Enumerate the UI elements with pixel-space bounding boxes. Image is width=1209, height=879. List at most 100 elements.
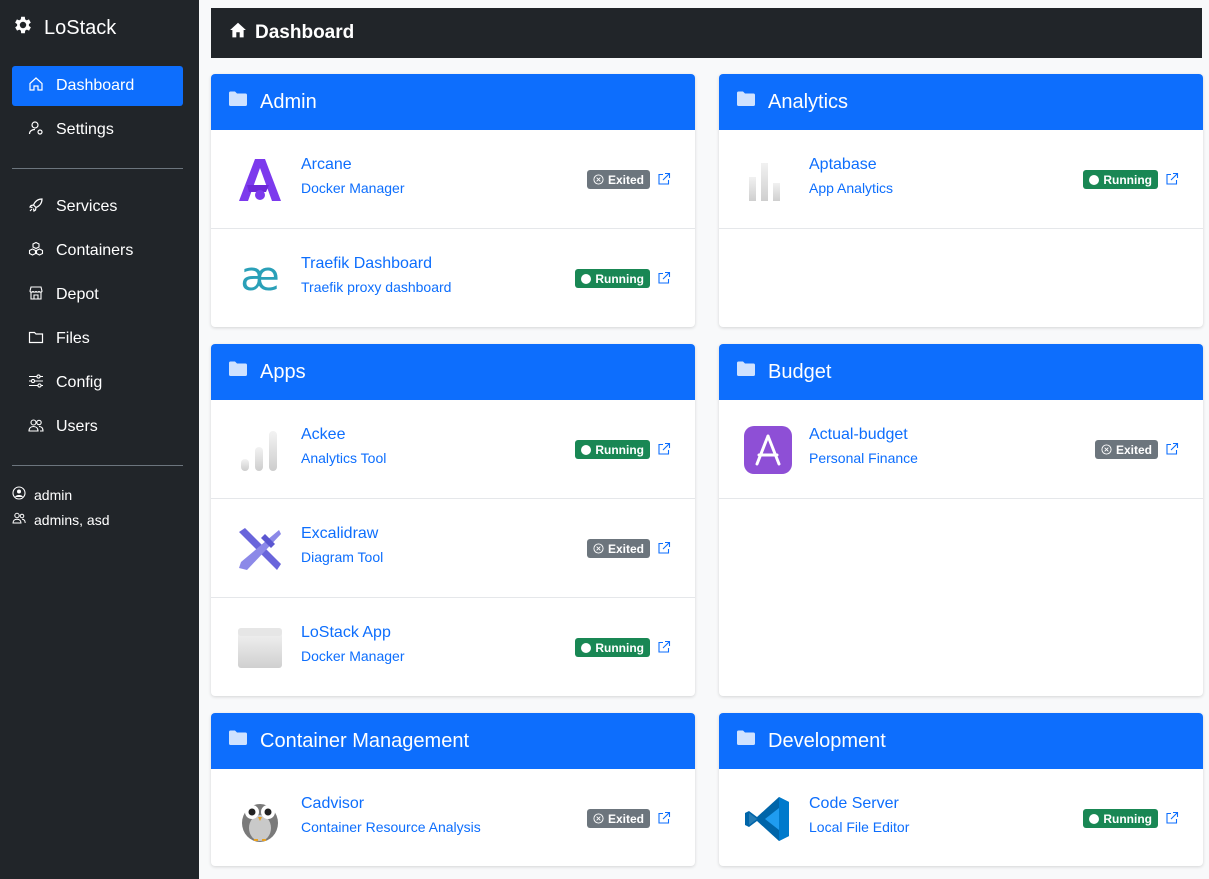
arcane-logo-icon: [235, 155, 285, 205]
user-gear-icon: [28, 120, 44, 141]
external-link-icon[interactable]: [657, 172, 671, 186]
house-icon: [28, 76, 44, 97]
service-name-link[interactable]: Arcane: [301, 156, 405, 174]
service-name-link[interactable]: Ackee: [301, 426, 386, 444]
external-link-icon[interactable]: [1165, 442, 1179, 456]
service-name-link[interactable]: Code Server: [809, 795, 909, 813]
actual-budget-logo-icon: [743, 425, 793, 475]
service-name-link[interactable]: Excalidraw: [301, 525, 383, 543]
service-name-link[interactable]: Aptabase: [809, 156, 893, 174]
service-description: Traefik proxy dashboard: [301, 279, 452, 295]
person-circle-icon: [12, 486, 26, 503]
page-header: Dashboard: [211, 8, 1202, 58]
group-title: Container Management: [260, 729, 470, 752]
status-text: Running: [1103, 811, 1152, 826]
aptabase-logo-icon: [743, 155, 793, 205]
service-description: Personal Finance: [809, 450, 918, 466]
nav-primary: Dashboard Settings: [12, 66, 183, 154]
service-row: Code Server Local File Editor Running: [719, 769, 1203, 866]
folder-icon: [228, 90, 248, 114]
x-circle-icon: [593, 813, 604, 824]
status-text: Running: [595, 271, 644, 286]
service-description: Docker Manager: [301, 180, 405, 196]
group-title: Budget: [768, 360, 832, 383]
sidebar-item-containers[interactable]: Containers: [12, 231, 183, 271]
vscode-logo-icon: [743, 794, 793, 844]
sidebar-item-users[interactable]: Users: [12, 407, 183, 447]
external-link-icon[interactable]: [657, 442, 671, 456]
status-text: Exited: [607, 541, 644, 556]
external-link-icon[interactable]: [1165, 811, 1179, 825]
status-text: Exited: [607, 811, 644, 826]
sidebar: LoStack Dashboard Settings Services Cont…: [0, 0, 199, 879]
sidebar-item-services[interactable]: Services: [12, 187, 183, 227]
folder-icon: [228, 360, 248, 384]
sidebar-item-label: Dashboard: [56, 77, 135, 94]
group-header: Budget: [719, 344, 1203, 400]
service-name-link[interactable]: Cadvisor: [301, 795, 481, 813]
status-badge: Exited: [586, 170, 650, 189]
status-text: Exited: [1115, 442, 1152, 457]
service-row: Ackee Analytics Tool Running: [211, 400, 695, 499]
people-icon: [12, 511, 26, 528]
external-link-icon[interactable]: [1165, 172, 1179, 186]
shop-icon: [28, 285, 44, 306]
service-row: Arcane Docker Manager Exited: [211, 130, 695, 229]
sidebar-item-label: Services: [56, 198, 118, 215]
group-card-budget: Budget Actual-budget Personal Finance Ex…: [719, 344, 1203, 696]
house-fill-icon: [229, 21, 247, 45]
group-header: Container Management: [211, 713, 695, 769]
service-row: Excalidraw Diagram Tool Exited: [211, 499, 695, 598]
running-dot-icon: [581, 444, 592, 455]
group-header: Development: [719, 713, 1203, 769]
sliders-icon: [28, 373, 44, 394]
group-title: Analytics: [768, 90, 849, 113]
gear-icon: [12, 14, 34, 42]
group-card-analytics: Analytics Aptabase App Analytics Running: [719, 74, 1203, 327]
folder-icon: [736, 360, 756, 384]
external-link-icon[interactable]: [657, 640, 671, 654]
group-title: Admin: [260, 90, 317, 113]
status-badge: Exited: [586, 539, 650, 558]
group-names: admins, asd: [34, 511, 110, 528]
status-badge: Exited: [1094, 440, 1158, 459]
rocket-icon: [28, 197, 44, 218]
sidebar-divider: [12, 168, 183, 169]
external-link-icon[interactable]: [657, 811, 671, 825]
service-name-link[interactable]: LoStack App: [301, 624, 405, 642]
folder-icon: [736, 729, 756, 753]
status-text: Running: [595, 640, 644, 655]
sidebar-item-files[interactable]: Files: [12, 319, 183, 359]
status-badge: Running: [575, 638, 650, 657]
service-row: æ Traefik Dashboard Traefik proxy dashbo…: [211, 229, 695, 327]
sidebar-item-label: Config: [56, 374, 103, 391]
sidebar-item-depot[interactable]: Depot: [12, 275, 183, 315]
current-user: admin: [12, 486, 72, 503]
service-name-link[interactable]: Actual-budget: [809, 426, 918, 444]
status-badge: Running: [575, 440, 650, 459]
sidebar-item-config[interactable]: Config: [12, 363, 183, 403]
x-circle-icon: [593, 174, 604, 185]
x-circle-icon: [1101, 444, 1112, 455]
service-row: Cadvisor Container Resource Analysis Exi…: [211, 769, 695, 866]
service-description: App Analytics: [809, 180, 894, 196]
group-header: Apps: [211, 344, 695, 400]
sidebar-item-label: Depot: [56, 286, 99, 303]
external-link-icon[interactable]: [657, 541, 671, 555]
service-row: Actual-budget Personal Finance Exited: [719, 400, 1203, 499]
external-link-icon[interactable]: [657, 271, 671, 285]
ackee-logo-icon: [235, 425, 285, 475]
group-header: Admin: [211, 74, 695, 130]
service-description: Diagram Tool: [301, 549, 384, 565]
excalidraw-logo-icon: [235, 524, 285, 574]
sidebar-item-settings[interactable]: Settings: [12, 110, 183, 150]
status-badge: Exited: [586, 809, 650, 828]
user-groups: admins, asd: [12, 511, 109, 528]
brand[interactable]: LoStack: [12, 14, 116, 42]
sidebar-item-dashboard[interactable]: Dashboard: [12, 66, 183, 106]
service-name-link[interactable]: Traefik Dashboard: [301, 255, 451, 273]
brand-name: LoStack: [44, 16, 117, 39]
group-title: Apps: [260, 360, 306, 383]
x-circle-icon: [593, 543, 604, 554]
group-card-development: Development Code Server Local File Edito…: [719, 713, 1203, 866]
